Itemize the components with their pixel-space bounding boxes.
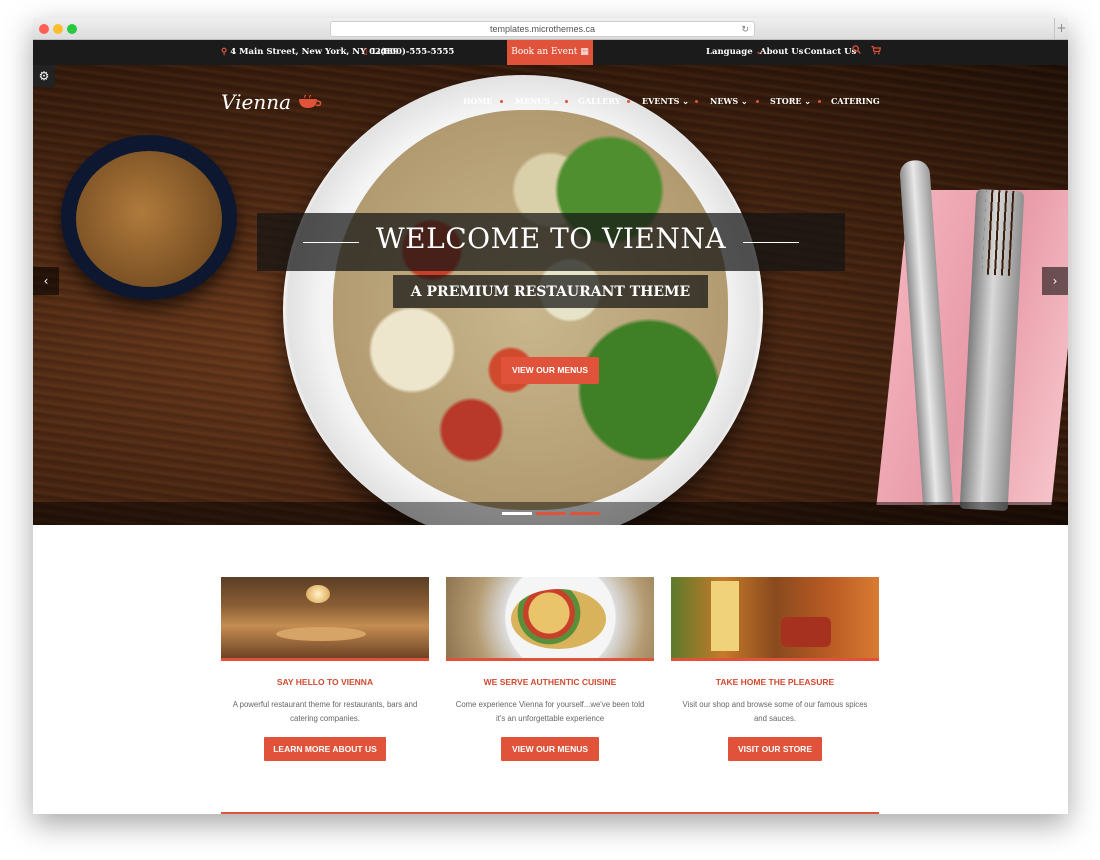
table-shape xyxy=(276,627,366,641)
maximize-window-button[interactable] xyxy=(67,24,77,34)
title-divider xyxy=(743,242,799,243)
coffee-cup-icon xyxy=(299,95,322,108)
visit-store-button[interactable]: VISIT OUR STORE xyxy=(728,737,822,761)
chevron-right-icon: › xyxy=(1052,274,1058,288)
nav-label: GALLERY xyxy=(578,96,621,106)
feature-heading: TAKE HOME THE PLEASURE xyxy=(715,677,835,687)
nav-label: HOME xyxy=(463,96,493,106)
slide-indicator[interactable] xyxy=(536,512,566,515)
browser-window: templates.microthemes.ca ↻ + ⚲ 4 Main St… xyxy=(33,18,1068,814)
site-logo[interactable]: Vienna xyxy=(221,90,291,114)
nav-separator xyxy=(818,100,821,103)
nav-item-gallery[interactable]: GALLERY xyxy=(578,96,621,106)
jar-shape xyxy=(781,617,831,647)
nav-separator xyxy=(627,100,630,103)
hero-title-band: WELCOME TO VIENNA xyxy=(257,213,845,271)
nav-separator xyxy=(756,100,759,103)
section-divider xyxy=(221,812,879,814)
nav-item-store[interactable]: STORE ⌄ xyxy=(770,96,811,106)
pasta-shape xyxy=(711,581,739,651)
noodles-shape xyxy=(511,589,606,649)
feature-card: TAKE HOME THE PLEASURE Visit our shop an… xyxy=(671,577,879,761)
salad-image xyxy=(333,110,728,510)
soup-image xyxy=(76,151,222,287)
chevron-left-icon: ‹ xyxy=(43,274,49,288)
chevron-down-icon: ⌄ xyxy=(740,96,748,106)
nav-item-news[interactable]: NEWS ⌄ xyxy=(710,96,748,106)
phone-icon: ▯ xyxy=(363,47,368,57)
calendar-icon: ▦ xyxy=(580,47,589,57)
gear-icon[interactable]: ⚙ xyxy=(33,65,55,87)
spices-photo xyxy=(671,577,879,661)
nav-label: EVENTS xyxy=(642,96,680,106)
book-event-label: Book an Event xyxy=(511,47,578,57)
next-slide-button[interactable]: › xyxy=(1042,267,1068,295)
chandelier-shape xyxy=(306,585,330,603)
contact-us-link[interactable]: Contact Us xyxy=(804,47,856,57)
map-pin-icon: ⚲ xyxy=(221,47,228,57)
feature-heading: SAY HELLO TO VIENNA xyxy=(276,677,374,687)
language-label: Language xyxy=(706,47,753,57)
nav-item-events[interactable]: EVENTS ⌄ xyxy=(642,96,689,106)
hero-subtitle-band: A PREMIUM RESTAURANT THEME xyxy=(393,275,708,308)
nav-label: NEWS xyxy=(710,96,739,106)
top-bar: ⚲ 4 Main Street, New York, NY 02489 ▯ 1-… xyxy=(33,40,1068,65)
slide-indicator[interactable] xyxy=(570,512,600,515)
hero-slider: ⚙ Vienna HOME MENUS ⌄ GALLERY EVENTS ⌄ N… xyxy=(33,65,1068,525)
hero-title: WELCOME TO VIENNA xyxy=(375,222,727,255)
reload-icon[interactable]: ↻ xyxy=(741,22,749,36)
view-menus-button[interactable]: VIEW OUR MENUS xyxy=(501,737,599,761)
feature-card: SAY HELLO TO VIENNA A powerful restauran… xyxy=(221,577,429,761)
phone-text: 1-(800)-555-5555 xyxy=(370,47,455,57)
nav-separator xyxy=(695,100,698,103)
search-icon[interactable] xyxy=(852,45,861,54)
nav-label: CATERING xyxy=(831,96,880,106)
language-selector[interactable]: Language ⌄ xyxy=(706,47,763,57)
chevron-down-icon: ⌄ xyxy=(552,96,560,106)
feature-description: A powerful restaurant theme for restaura… xyxy=(232,700,418,723)
hero-subtitle: A PREMIUM RESTAURANT THEME xyxy=(410,284,691,300)
browser-chrome: templates.microthemes.ca ↻ + xyxy=(33,18,1068,40)
about-us-link[interactable]: About Us xyxy=(760,47,803,57)
chevron-down-icon: ⌄ xyxy=(682,96,689,106)
chevron-down-icon: ⌄ xyxy=(804,96,811,106)
slide-indicator[interactable] xyxy=(502,512,532,515)
address-bar[interactable]: templates.microthemes.ca ↻ xyxy=(330,21,755,37)
learn-more-button[interactable]: LEARN MORE ABOUT US xyxy=(264,737,386,761)
features-section: SAY HELLO TO VIENNA A powerful restauran… xyxy=(33,525,1068,814)
feature-description: Visit our shop and browse some of our fa… xyxy=(682,700,868,723)
book-event-button[interactable]: Book an Event ▦ xyxy=(507,40,593,65)
nav-item-catering[interactable]: CATERING xyxy=(831,96,880,106)
nav-separator xyxy=(565,100,568,103)
nav-separator xyxy=(500,100,503,103)
prev-slide-button[interactable]: ‹ xyxy=(33,267,59,295)
nav-item-menus[interactable]: MENUS ⌄ xyxy=(515,96,560,106)
nav-label: MENUS xyxy=(515,96,551,106)
dining-room-photo xyxy=(221,577,429,661)
view-menus-hero-button[interactable]: VIEW OUR MENUS xyxy=(501,357,599,384)
feature-heading: WE SERVE AUTHENTIC CUISINE xyxy=(483,677,617,687)
nav-item-home[interactable]: HOME xyxy=(463,96,492,106)
pasta-dish-photo xyxy=(446,577,654,661)
close-window-button[interactable] xyxy=(39,24,49,34)
feature-card: WE SERVE AUTHENTIC CUISINE Come experien… xyxy=(446,577,654,761)
cart-icon[interactable] xyxy=(871,45,881,55)
minimize-window-button[interactable] xyxy=(53,24,63,34)
url-text: templates.microthemes.ca xyxy=(489,24,596,34)
new-tab-button[interactable]: + xyxy=(1054,18,1068,39)
phone-info: ▯ 1-(800)-555-5555 xyxy=(363,47,454,57)
feature-description: Come experience Vienna for yourself...we… xyxy=(455,700,645,723)
nav-label: STORE xyxy=(770,96,802,106)
